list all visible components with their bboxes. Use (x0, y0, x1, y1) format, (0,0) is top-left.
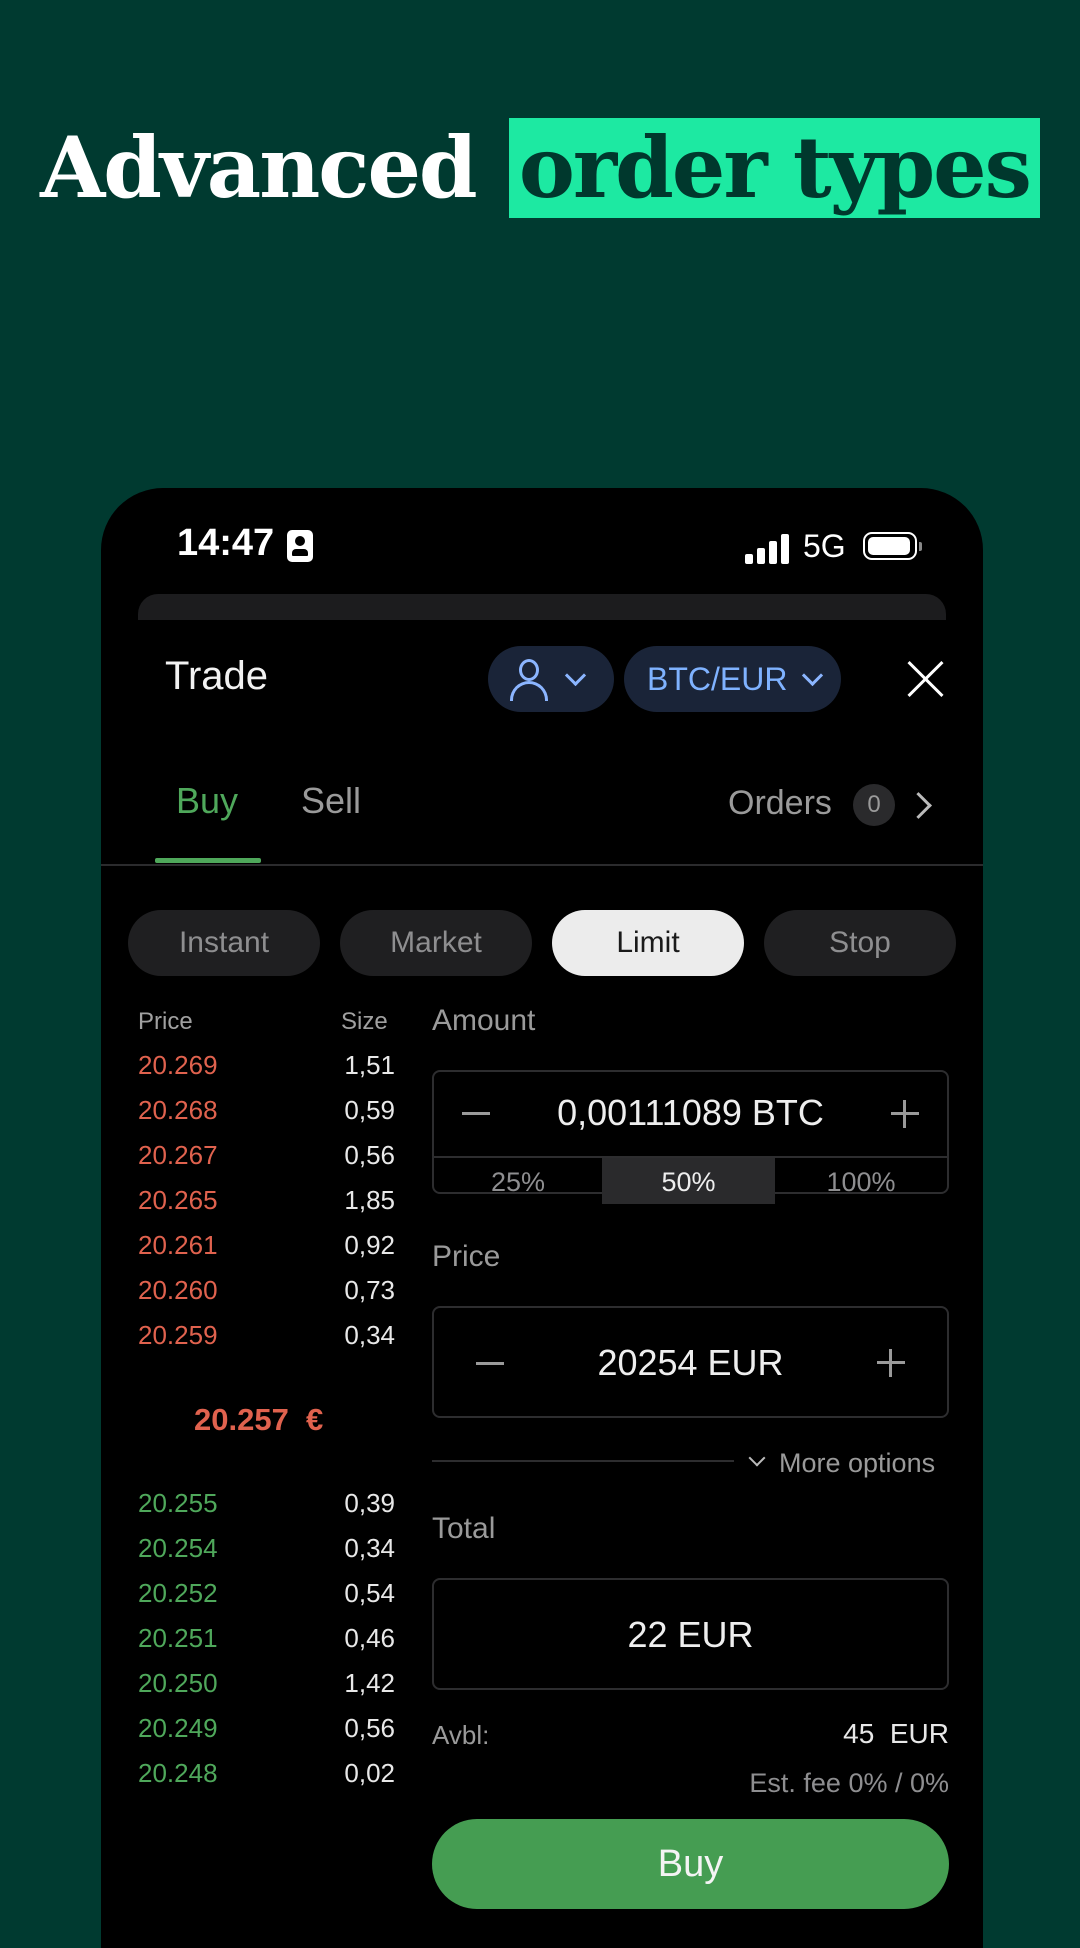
orderbook-bid-row[interactable]: 20.248 0,02 (138, 1758, 395, 1803)
bid-size: 1,42 (344, 1668, 395, 1698)
percent-25-button[interactable]: 25% (434, 1156, 602, 1204)
ask-size: 0,56 (344, 1140, 395, 1170)
orderbook-ask-row[interactable]: 20.268 0,59 (138, 1095, 395, 1140)
ask-price: 20.261 (138, 1230, 218, 1260)
tab-sell[interactable]: Sell (301, 780, 361, 822)
orderbook-price-header: Price (138, 1008, 193, 1035)
ask-price: 20.265 (138, 1185, 218, 1215)
divider (432, 1460, 734, 1462)
chevron-down-icon[interactable] (748, 1449, 766, 1467)
bid-price: 20.249 (138, 1713, 218, 1743)
bid-price: 20.254 (138, 1533, 218, 1563)
account-selector[interactable] (488, 646, 614, 712)
available-value: 45 EUR (843, 1718, 949, 1749)
order-type-market[interactable]: Market (340, 910, 532, 976)
bid-price: 20.252 (138, 1578, 218, 1608)
bid-size: 0,56 (344, 1713, 395, 1743)
orderbook-ask-row[interactable]: 20.269 1,51 (138, 1050, 395, 1095)
bid-price: 20.248 (138, 1758, 218, 1788)
order-type-limit[interactable]: Limit (552, 910, 744, 976)
ask-price: 20.268 (138, 1095, 218, 1125)
percent-50-button[interactable]: 50% (602, 1156, 775, 1204)
signal-icon (745, 534, 789, 564)
bid-size: 0,02 (344, 1758, 395, 1788)
more-options-link[interactable]: More options (779, 1448, 935, 1479)
ask-size: 0,92 (344, 1230, 395, 1260)
bid-size: 0,39 (344, 1488, 395, 1518)
user-icon (510, 659, 550, 701)
close-icon[interactable] (905, 658, 947, 700)
chevron-down-icon (564, 664, 587, 686)
ask-price: 20.269 (138, 1050, 218, 1080)
divider (101, 864, 983, 866)
chevron-down-icon (802, 664, 824, 686)
increase-amount-button[interactable] (891, 1100, 919, 1128)
price-label: Price (432, 1240, 501, 1273)
orderbook-ask-row[interactable]: 20.259 0,34 (138, 1320, 395, 1365)
order-type-stop[interactable]: Stop (764, 910, 956, 976)
amount-field: 0,00111089 BTC 25% 50% 100% (432, 1070, 949, 1204)
orders-link[interactable]: Orders (728, 784, 832, 823)
amount-label: Amount (432, 1004, 536, 1037)
price-field: 20254 EUR (432, 1306, 949, 1418)
estimated-fee: Est. fee 0% / 0% (749, 1768, 949, 1798)
ask-size: 0,73 (344, 1275, 395, 1305)
headline-highlight: order types (508, 118, 1040, 218)
chevron-right-icon[interactable] (905, 792, 932, 819)
order-type-instant[interactable]: Instant (128, 910, 320, 976)
page-title: Trade (165, 654, 269, 698)
orderbook-bid-row[interactable]: 20.255 0,39 (138, 1488, 395, 1533)
ask-size: 0,34 (344, 1320, 395, 1350)
tab-indicator (155, 858, 261, 863)
available-label: Avbl: (432, 1720, 490, 1750)
battery-icon (863, 532, 922, 560)
total-field: 22 EUR (432, 1578, 949, 1690)
orderbook-ask-row[interactable]: 20.261 0,92 (138, 1230, 395, 1275)
ask-size: 1,51 (344, 1050, 395, 1080)
ask-price: 20.259 (138, 1320, 218, 1350)
phone-screen: 14:47 5G Trade BTC/EUR Buy Sell Orders 0… (101, 488, 983, 1948)
ask-price: 20.267 (138, 1140, 218, 1170)
increase-price-button[interactable] (877, 1349, 905, 1377)
status-bar: 14:47 5G (101, 488, 983, 608)
orders-count-badge: 0 (853, 784, 895, 826)
headline-part1: Advanced (40, 118, 478, 217)
orderbook-ask-row[interactable]: 20.267 0,56 (138, 1140, 395, 1185)
orderbook-size-header: Size (341, 1008, 388, 1035)
price-value[interactable]: 20254 EUR (434, 1342, 947, 1384)
orderbook-ask-row[interactable]: 20.265 1,85 (138, 1185, 395, 1230)
bid-price: 20.250 (138, 1668, 218, 1698)
buy-button[interactable]: Buy (432, 1819, 949, 1909)
contact-card-icon (287, 530, 313, 562)
network-label: 5G (803, 528, 846, 564)
ask-size: 1,85 (344, 1185, 395, 1215)
tab-buy[interactable]: Buy (176, 780, 238, 822)
bid-size: 0,34 (344, 1533, 395, 1563)
bid-price: 20.255 (138, 1488, 218, 1518)
status-time: 14:47 (177, 522, 275, 564)
headline: Advanced order types (0, 118, 1080, 218)
orderbook-bid-row[interactable]: 20.254 0,34 (138, 1533, 395, 1578)
orderbook-bid-row[interactable]: 20.249 0,56 (138, 1713, 395, 1758)
orderbook-bid-row[interactable]: 20.251 0,46 (138, 1623, 395, 1668)
total-label: Total (432, 1512, 496, 1545)
amount-value[interactable]: 0,00111089 BTC (434, 1092, 947, 1134)
mid-price: 20.257 € (194, 1402, 324, 1437)
bid-size: 0,54 (344, 1578, 395, 1608)
percent-100-button[interactable]: 100% (775, 1156, 947, 1204)
orderbook-ask-row[interactable]: 20.260 0,73 (138, 1275, 395, 1320)
ask-size: 0,59 (344, 1095, 395, 1125)
orderbook-bid-row[interactable]: 20.250 1,42 (138, 1668, 395, 1713)
pair-selector[interactable]: BTC/EUR (624, 646, 841, 712)
bid-size: 0,46 (344, 1623, 395, 1653)
orderbook-bid-row[interactable]: 20.252 0,54 (138, 1578, 395, 1623)
ask-price: 20.260 (138, 1275, 218, 1305)
pair-label: BTC/EUR (647, 660, 788, 697)
bid-price: 20.251 (138, 1623, 218, 1653)
sheet-edge (138, 594, 946, 620)
total-value[interactable]: 22 EUR (434, 1614, 947, 1656)
